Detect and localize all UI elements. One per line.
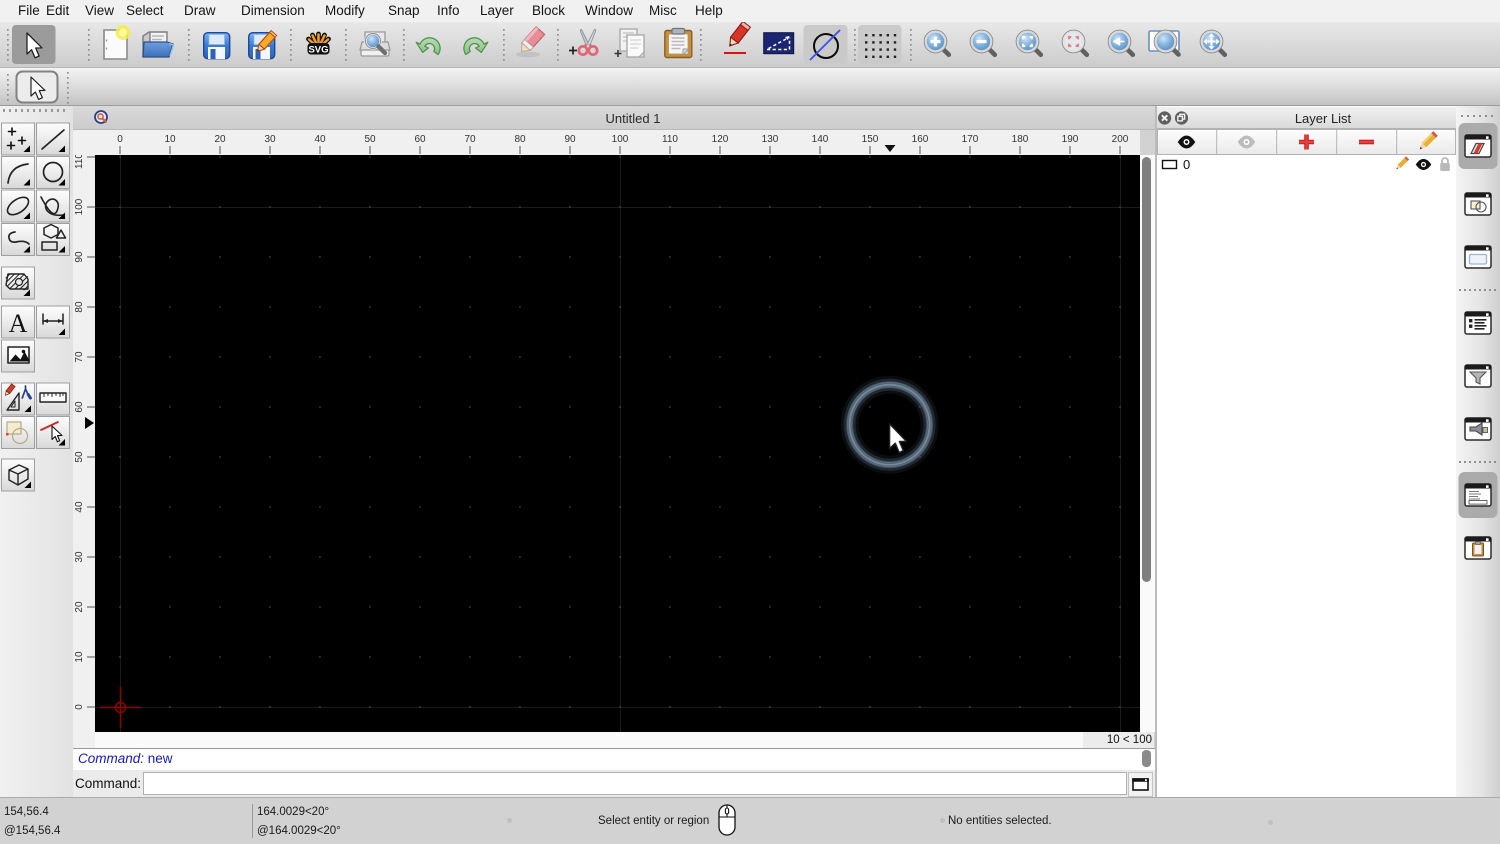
svg-text:70: 70 [464,134,476,145]
svg-text:90: 90 [74,251,85,263]
svg-text:40: 40 [74,501,85,513]
svg-text:80: 80 [74,301,85,313]
svg-text:0: 0 [74,704,85,710]
svg-text:150: 150 [862,134,879,145]
svg-text:100: 100 [74,198,85,215]
svg-text:0: 0 [117,134,123,145]
svg-text:200: 200 [1112,134,1129,145]
svg-text:110: 110 [662,134,678,145]
svg-text:120: 120 [712,134,729,145]
svg-text:50: 50 [364,134,376,145]
svg-text:170: 170 [962,134,979,145]
svg-text:10: 10 [74,651,85,663]
svg-text:40: 40 [314,134,326,145]
svg-text:90: 90 [564,134,576,145]
svg-text:30: 30 [74,551,85,563]
svg-text:80: 80 [514,134,526,145]
svg-text:10: 10 [164,134,176,145]
svg-text:190: 190 [1062,134,1079,145]
svg-text:20: 20 [74,601,85,613]
svg-text:180: 180 [1012,134,1029,145]
svg-text:A: A [9,309,28,338]
svg-text:60: 60 [414,134,426,145]
svg-text:140: 140 [812,134,829,145]
svg-text:0: 0 [1183,157,1190,172]
svg-text:SVG: SVG [308,45,328,56]
svg-text:50: 50 [74,451,85,463]
svg-text:70: 70 [74,351,85,363]
svg-text:160: 160 [912,134,929,145]
svg-text:130: 130 [762,134,779,145]
svg-text:60: 60 [74,401,85,413]
svg-text:20: 20 [214,134,226,145]
svg-text:30: 30 [264,134,276,145]
svg-text:110: 110 [74,155,85,169]
svg-text:100: 100 [612,134,629,145]
